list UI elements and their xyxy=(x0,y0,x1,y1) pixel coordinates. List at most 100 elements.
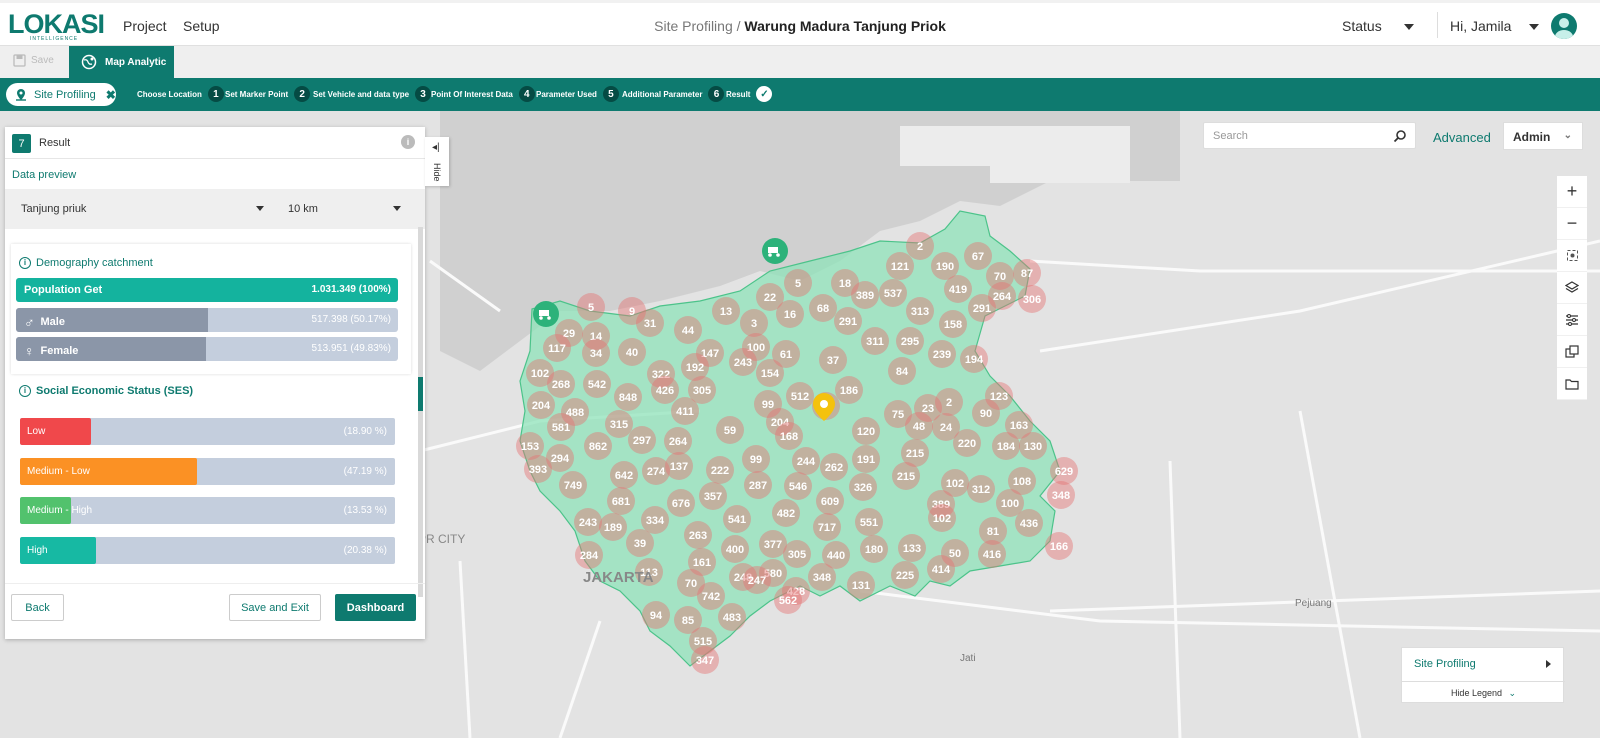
zoom-in-button[interactable]: + xyxy=(1557,176,1587,208)
user-menu[interactable]: Hi, Jamila xyxy=(1450,18,1540,34)
hotspot-value[interactable]: 102 xyxy=(531,368,549,380)
hotspot-value[interactable]: 239 xyxy=(933,349,951,361)
scrollbar-track[interactable] xyxy=(418,227,423,597)
hotspot-value[interactable]: 284 xyxy=(580,550,599,562)
hotspot-value[interactable]: 295 xyxy=(901,336,919,348)
location-select[interactable]: Tanjung priuk xyxy=(21,203,86,215)
hotspot-value[interactable]: 37 xyxy=(827,355,839,367)
hotspot-value[interactable]: 133 xyxy=(903,543,921,555)
hotspot-value[interactable]: 194 xyxy=(965,354,984,366)
status-dropdown[interactable]: Status xyxy=(1342,18,1414,34)
chevron-down-icon[interactable] xyxy=(393,206,401,211)
nav-project[interactable]: Project xyxy=(123,18,167,34)
hotspot-value[interactable]: 39 xyxy=(634,538,646,550)
hotspot-value[interactable]: 99 xyxy=(750,454,762,466)
hotspot-value[interactable]: 99 xyxy=(762,399,774,411)
hotspot-value[interactable]: 24 xyxy=(940,422,953,434)
hotspot-value[interactable]: 85 xyxy=(682,615,694,627)
hotspot-value[interactable]: 16 xyxy=(784,309,796,321)
hotspot-value[interactable]: 204 xyxy=(532,400,551,412)
dashboard-button[interactable]: Dashboard xyxy=(335,594,416,621)
hotspot-value[interactable]: 312 xyxy=(972,484,990,496)
hotspot-value[interactable]: 440 xyxy=(827,550,845,562)
step-poi-data[interactable]: Point Of Interest Data 4 xyxy=(431,86,535,102)
hotspot-value[interactable]: 348 xyxy=(813,572,831,584)
back-button[interactable]: Back xyxy=(11,594,64,621)
hotspot-value[interactable]: 50 xyxy=(949,548,961,560)
hotspot-value[interactable]: 100 xyxy=(1001,498,1019,510)
hotspot-value[interactable]: 609 xyxy=(821,496,839,508)
hotspot-value[interactable]: 305 xyxy=(788,549,806,561)
nav-setup[interactable]: Setup xyxy=(183,18,220,34)
hotspot-value[interactable]: 848 xyxy=(619,392,637,404)
hotspot-value[interactable]: 264 xyxy=(669,436,688,448)
hotspot-value[interactable]: 154 xyxy=(761,368,780,380)
hotspot-value[interactable]: 5 xyxy=(795,278,801,290)
hotspot-value[interactable]: 294 xyxy=(551,453,570,465)
hotspot-value[interactable]: 180 xyxy=(865,544,883,556)
hotspot-value[interactable]: 186 xyxy=(840,385,858,397)
legend-title[interactable]: Site Profiling xyxy=(1414,658,1476,670)
locate-button[interactable] xyxy=(1557,240,1587,272)
step-additional-parameter[interactable]: Additional Parameter 6 xyxy=(622,86,725,102)
hotspot-value[interactable]: 291 xyxy=(839,316,857,328)
hotspot-value[interactable]: 377 xyxy=(764,539,782,551)
hotspot-value[interactable]: 22 xyxy=(764,292,776,304)
hotspot-value[interactable]: 512 xyxy=(791,391,809,403)
hotspot-value[interactable]: 426 xyxy=(656,385,674,397)
hotspot-value[interactable]: 192 xyxy=(686,362,704,374)
hotspot-value[interactable]: 419 xyxy=(949,284,967,296)
hotspot-value[interactable]: 34 xyxy=(590,348,603,360)
hotspot-value[interactable]: 189 xyxy=(604,522,622,534)
hotspot-value[interactable]: 393 xyxy=(529,464,547,476)
hotspot-value[interactable]: 297 xyxy=(633,435,651,447)
step-set-marker-point[interactable]: Set Marker Point 2 xyxy=(225,86,311,102)
hotspot-value[interactable]: 862 xyxy=(589,441,607,453)
hotspot-value[interactable]: 5 xyxy=(588,302,594,314)
hotspot-value[interactable]: 131 xyxy=(852,580,870,592)
hotspot-value[interactable]: 581 xyxy=(552,422,570,434)
hotspot-value[interactable]: 190 xyxy=(936,261,954,273)
save-and-exit-button[interactable]: Save and Exit xyxy=(229,594,321,621)
hotspot-value[interactable]: 717 xyxy=(818,522,836,534)
hotspot-value[interactable]: 40 xyxy=(626,347,638,359)
hotspot-value[interactable]: 166 xyxy=(1050,541,1068,553)
hotspot-value[interactable]: 215 xyxy=(897,471,915,483)
hotspot-value[interactable]: 263 xyxy=(689,530,707,542)
hotspot-value[interactable]: 158 xyxy=(944,319,962,331)
hotspot-value[interactable]: 400 xyxy=(726,544,744,556)
hotspot-value[interactable]: 59 xyxy=(724,425,736,437)
hotspot-value[interactable]: 542 xyxy=(588,379,606,391)
hotspot-value[interactable]: 742 xyxy=(702,591,720,603)
vehicle-poi-icon[interactable] xyxy=(762,238,788,264)
hotspot-value[interactable]: 2 xyxy=(946,397,952,409)
hotspot-value[interactable]: 222 xyxy=(711,465,729,477)
hotspot-value[interactable]: 247 xyxy=(748,575,766,587)
hotspot-value[interactable]: 48 xyxy=(913,421,925,433)
hotspot-value[interactable]: 3 xyxy=(751,318,757,330)
radius-select[interactable]: 10 km xyxy=(288,203,318,215)
scrollbar-thumb[interactable] xyxy=(418,377,423,411)
hotspot-value[interactable]: 551 xyxy=(860,517,878,529)
step-parameter-used[interactable]: Parameter Used 5 xyxy=(536,86,619,102)
lokasi-logo[interactable]: LOKASI INTELLIGENCE xyxy=(8,9,105,43)
hotspot-value[interactable]: 244 xyxy=(797,456,816,468)
hotspot-value[interactable]: 546 xyxy=(789,481,807,493)
hotspot-value[interactable]: 117 xyxy=(548,343,566,355)
hotspot-value[interactable]: 225 xyxy=(896,570,914,582)
hotspot-value[interactable]: 357 xyxy=(704,491,722,503)
search-input[interactable]: Search xyxy=(1203,122,1416,149)
hotspot-value[interactable]: 306 xyxy=(1023,294,1041,306)
hotspot-value[interactable]: 120 xyxy=(857,426,875,438)
hide-legend-button[interactable]: Hide Legend ⌄ xyxy=(1402,681,1565,704)
hotspot-value[interactable]: 315 xyxy=(610,419,628,431)
hotspot-value[interactable]: 70 xyxy=(994,271,1006,283)
hotspot-value[interactable]: 334 xyxy=(646,515,665,527)
hotspot-value[interactable]: 70 xyxy=(685,578,697,590)
hotspot-value[interactable]: 313 xyxy=(911,306,929,318)
hotspot-value[interactable]: 326 xyxy=(854,482,872,494)
close-icon[interactable]: ✖ xyxy=(106,88,116,102)
hotspot-value[interactable]: 68 xyxy=(817,303,829,315)
hotspot-value[interactable]: 184 xyxy=(997,441,1016,453)
hotspot-value[interactable]: 291 xyxy=(973,303,991,315)
